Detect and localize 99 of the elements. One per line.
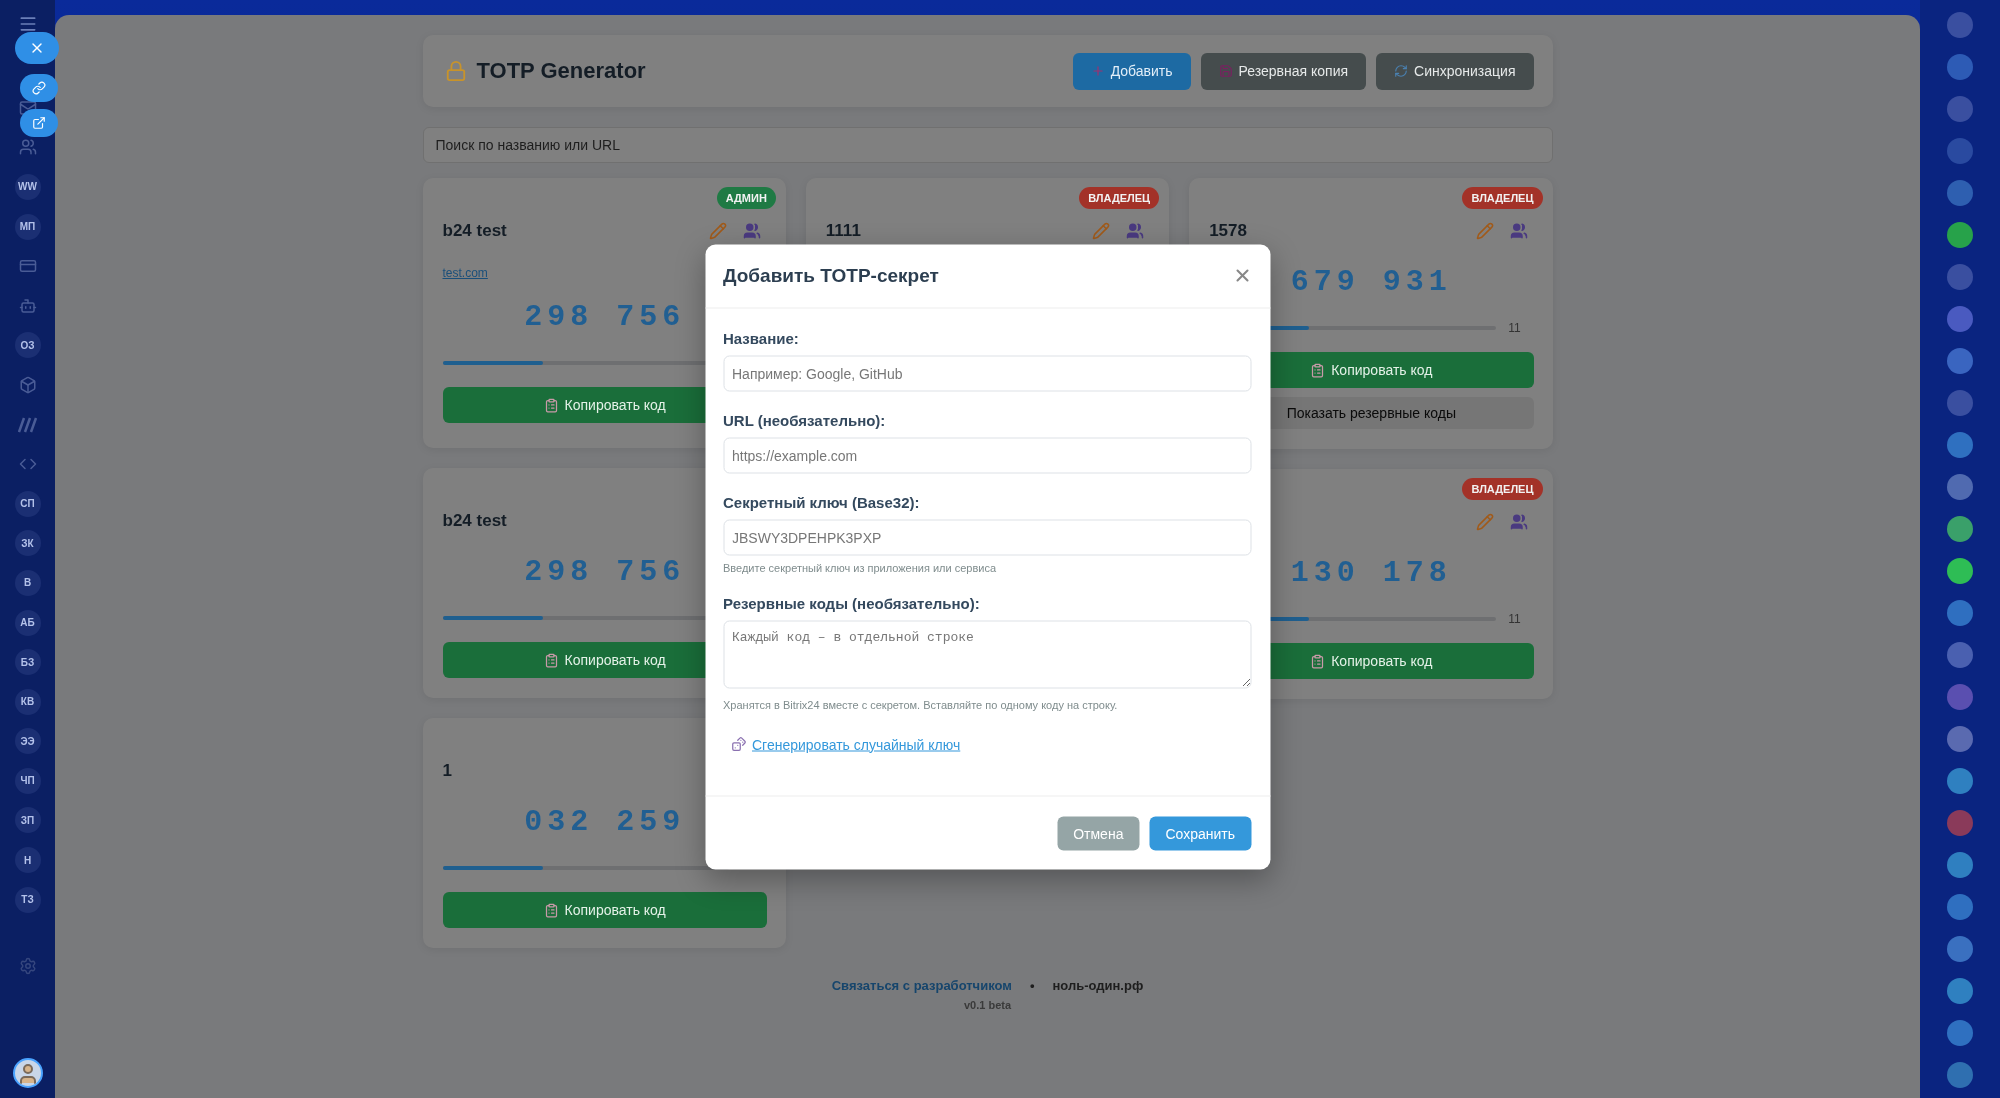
- app-icon[interactable]: [1947, 1020, 1973, 1046]
- clipboard-icon: [1310, 653, 1326, 669]
- app-icon[interactable]: [1947, 348, 1973, 374]
- app-icon[interactable]: [1947, 306, 1973, 332]
- input-field[interactable]: JBSWY3DPEHPK3PXP: [723, 519, 1251, 555]
- copy-label: Копировать код: [564, 902, 666, 918]
- separator-dot: •: [1029, 978, 1035, 993]
- pencil-icon[interactable]: [1092, 222, 1111, 240]
- role-badge: ВЛАДЕЛЕЦ: [1462, 478, 1543, 500]
- app-icon[interactable]: [1947, 852, 1973, 878]
- button-label: Резервная копия: [1238, 63, 1349, 79]
- initials-avatar[interactable]: СП: [14, 490, 41, 517]
- app-icon[interactable]: [1947, 1062, 1973, 1088]
- header-button[interactable]: Резервная копия: [1200, 52, 1367, 90]
- otp-code: 130 178: [1290, 555, 1452, 592]
- clipboard-icon: [543, 902, 559, 918]
- otp-code: 298 756: [524, 299, 686, 336]
- initials-avatar[interactable]: ОЗ: [14, 332, 41, 359]
- header-button[interactable]: Синхронизация: [1376, 52, 1534, 90]
- app-icon[interactable]: [1947, 642, 1973, 668]
- initials-avatar[interactable]: КВ: [14, 688, 41, 715]
- timer-text: 11: [1507, 321, 1522, 335]
- dice-icon: [731, 736, 746, 752]
- pencil-icon[interactable]: [708, 222, 727, 240]
- people-icon[interactable]: [1126, 222, 1145, 240]
- modal-title: Добавить TOTP-секрет: [723, 264, 940, 287]
- role-badge: АДМИН: [716, 187, 776, 209]
- card-title: 1578: [1209, 221, 1248, 241]
- role-badge: ВЛАДЕЛЕЦ: [1462, 187, 1543, 209]
- card-title: 1111: [825, 221, 862, 241]
- app-icon[interactable]: [1947, 222, 1973, 248]
- copy-label: Копировать код: [564, 397, 666, 413]
- field-hint: Хранятся в Bitrix24 вместе с секретом. Вставляйте по одному коду на строку.: [723, 697, 1119, 711]
- app-icon[interactable]: [1947, 516, 1973, 542]
- otp-code: 298 756: [524, 554, 686, 591]
- card-title: b24 test: [442, 221, 508, 241]
- settings-icon[interactable]: [18, 957, 37, 976]
- initials-avatar[interactable]: ЗК: [14, 530, 41, 557]
- textarea-field[interactable]: Каждый код – в отдельной строке: [723, 620, 1251, 688]
- people-icon[interactable]: [18, 138, 37, 157]
- app-icon[interactable]: [1947, 432, 1973, 458]
- initials-avatar[interactable]: ЭЭ: [14, 728, 41, 755]
- button-label: Добавить: [1110, 63, 1173, 79]
- role-badge: ВЛАДЕЛЕЦ: [1079, 187, 1160, 209]
- plus-icon: [1090, 64, 1105, 78]
- copy-label: Копировать код: [1331, 362, 1433, 378]
- initials-avatar[interactable]: Н: [14, 847, 41, 874]
- initials-avatar[interactable]: ТЗ: [14, 886, 41, 913]
- link-icon: [32, 81, 46, 95]
- initials-avatar[interactable]: МП: [14, 213, 41, 240]
- card-title: b24 test: [442, 511, 508, 531]
- copy-label: Копировать код: [564, 652, 666, 668]
- brand-logo-icon[interactable]: [17, 416, 38, 433]
- initials-avatar[interactable]: WW: [14, 174, 41, 200]
- app-icon[interactable]: [1947, 936, 1973, 962]
- search-field[interactable]: Поиск по названию или URL: [422, 127, 1553, 163]
- field-label: Название:: [723, 328, 800, 348]
- app-icon[interactable]: [1947, 558, 1973, 584]
- lock-icon: [444, 60, 467, 82]
- button-label: Синхронизация: [1414, 63, 1516, 79]
- input-field[interactable]: https://example.com: [723, 437, 1251, 473]
- people-icon[interactable]: [1509, 513, 1528, 531]
- header-button[interactable]: Добавить: [1072, 52, 1191, 90]
- app-icon[interactable]: [1947, 600, 1973, 626]
- otp-code: 679 931: [1290, 264, 1452, 301]
- clipboard-icon: [543, 652, 559, 668]
- clipboard-icon: [1310, 362, 1326, 378]
- pencil-icon[interactable]: [1475, 513, 1494, 531]
- external-link-icon: [32, 116, 46, 130]
- app-title: TOTP Generator: [476, 58, 647, 84]
- pencil-icon[interactable]: [1475, 222, 1494, 240]
- card-title: 1: [442, 761, 453, 781]
- field-hint: Введите секретный ключ из приложения или сервиса: [723, 560, 998, 574]
- app-icon[interactable]: [1947, 978, 1973, 1004]
- people-icon[interactable]: [742, 222, 761, 240]
- people-icon[interactable]: [1509, 222, 1528, 240]
- version-text: v0.1 beta: [963, 999, 1012, 1011]
- app-icon[interactable]: [1947, 894, 1973, 920]
- initials-avatar[interactable]: В: [14, 569, 41, 596]
- initials-avatar[interactable]: ЧП: [14, 767, 41, 794]
- input-field[interactable]: Например: Google, GitHub: [723, 355, 1251, 391]
- initials-avatar[interactable]: ЗП: [14, 807, 41, 834]
- initials-avatar[interactable]: БЗ: [14, 649, 41, 676]
- app-icon[interactable]: [1947, 768, 1973, 794]
- initials-avatar[interactable]: АБ: [14, 609, 41, 636]
- cube-icon[interactable]: [18, 375, 37, 394]
- clipboard-icon: [543, 397, 559, 413]
- robot-icon[interactable]: [18, 296, 37, 315]
- app-icon[interactable]: [1947, 726, 1973, 752]
- timer-text: 11: [1507, 612, 1522, 626]
- site-text: ноль-один.рф: [1052, 978, 1144, 993]
- field-label: Резервные коды (необязательно):: [723, 593, 981, 613]
- user-avatar[interactable]: [12, 1058, 43, 1088]
- otp-code: 032 259: [524, 804, 686, 841]
- copy-label: Копировать код: [1331, 653, 1433, 669]
- copy-button[interactable]: Копировать код: [442, 892, 767, 928]
- sync-icon: [1394, 64, 1409, 78]
- field-label: Секретный ключ (Base32):: [723, 492, 921, 512]
- app-icon[interactable]: [1947, 474, 1973, 500]
